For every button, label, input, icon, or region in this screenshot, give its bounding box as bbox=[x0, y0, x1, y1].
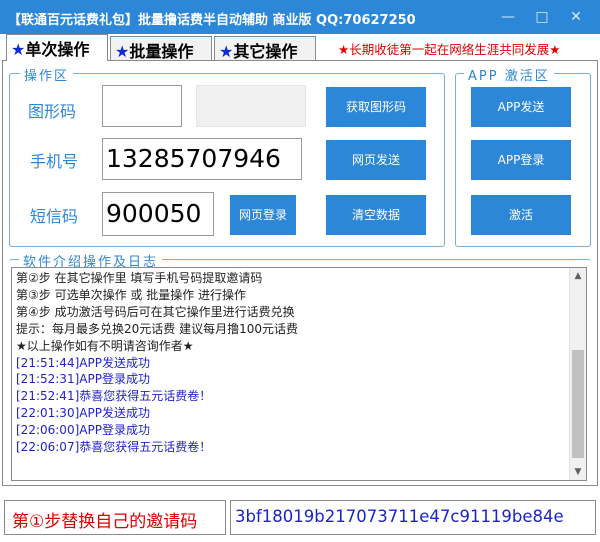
captcha-input[interactable] bbox=[102, 85, 182, 127]
log-line: [21:51:44]APP发送成功 bbox=[16, 355, 150, 370]
sms-code-input[interactable]: 900050 bbox=[102, 192, 214, 236]
scroll-down-icon[interactable]: ▼ bbox=[570, 464, 586, 480]
minimize-icon[interactable]: — bbox=[494, 7, 522, 27]
log-line: 第④步 成功激活号码后可在其它操作里进行话费兑换 bbox=[16, 304, 295, 319]
tab-batch-operation[interactable]: ★批量操作 bbox=[110, 36, 212, 61]
phone-label: 手机号 bbox=[30, 152, 79, 171]
sms-code-label: 短信码 bbox=[30, 207, 79, 226]
phone-input[interactable]: 13285707946 bbox=[102, 138, 302, 180]
captcha-image[interactable] bbox=[196, 85, 306, 127]
app-send-button[interactable]: APP发送 bbox=[471, 87, 571, 127]
log-line: [21:52:41]恭喜您获得五元话费卷！ bbox=[16, 389, 212, 404]
tab-content-panel: 操作区 图形码 获取图形码 手机号 13285707946 网页发送 短信码 9… bbox=[2, 60, 598, 486]
tab-single-operation[interactable]: ★单次操作 bbox=[6, 34, 108, 61]
invite-code-input[interactable]: 3bf18019b217073711e47c91119be84e bbox=[230, 500, 596, 535]
log-textbox[interactable]: 第②步 在其它操作里 填写手机号码提取邀请码 第③步 可选单次操作 或 批量操作… bbox=[11, 267, 587, 481]
log-line: ★以上操作如有不明请咨询作者★ bbox=[16, 338, 194, 353]
tab-bar: ★单次操作 ★批量操作 ★其它操作 ★长期收徒第一起在网络生涯共同发展★ bbox=[0, 34, 600, 61]
maximize-icon[interactable]: □ bbox=[528, 7, 556, 27]
activate-button[interactable]: 激活 bbox=[471, 195, 571, 235]
log-line: [22:06:07]恭喜您获得五元话费卷！ bbox=[16, 440, 212, 455]
tab-other-operation[interactable]: ★其它操作 bbox=[214, 36, 316, 61]
footer: 第①步替换自己的邀请码 3bf18019b217073711e47c91119b… bbox=[0, 492, 600, 542]
log-scrollbar[interactable]: ▲ ▼ bbox=[569, 268, 586, 480]
web-login-button[interactable]: 网页登录 bbox=[230, 195, 296, 235]
tab-label: 其它操作 bbox=[233, 42, 298, 61]
scroll-up-icon[interactable]: ▲ bbox=[570, 268, 586, 284]
log-line: 第②步 在其它操作里 填写手机号码提取邀请码 bbox=[16, 271, 263, 285]
app-login-button[interactable]: APP登录 bbox=[471, 140, 571, 180]
tab-label: 单次操作 bbox=[25, 40, 90, 59]
invite-hint-text: 第①步替换自己的邀请码 bbox=[4, 500, 226, 535]
app-activation-group: APP 激活区 APP发送 APP登录 激活 bbox=[455, 65, 591, 247]
log-lines: 第②步 在其它操作里 填写手机号码提取邀请码 第③步 可选单次操作 或 批量操作… bbox=[16, 270, 566, 456]
group-title: 操作区 bbox=[20, 65, 74, 84]
window-title: 【联通百元话费礼包】批量撸话费半自动辅助 商业版 QQ:70627250 bbox=[8, 13, 416, 28]
web-send-button[interactable]: 网页发送 bbox=[326, 140, 426, 180]
log-line: [22:01:30]APP发送成功 bbox=[16, 406, 150, 421]
star-icon: ★ bbox=[219, 42, 234, 61]
close-icon[interactable]: ✕ bbox=[562, 7, 590, 27]
log-line: 提示：每月最多兑换20元话费 建议每月撸100元话费 bbox=[16, 321, 298, 336]
group-title: APP 激活区 bbox=[464, 65, 554, 84]
star-icon: ★ bbox=[115, 42, 130, 61]
marquee-text: ★长期收徒第一起在网络生涯共同发展★ bbox=[338, 42, 561, 57]
log-line: [22:06:00]APP登录成功 bbox=[16, 423, 150, 438]
star-icon: ★ bbox=[11, 40, 26, 59]
operation-area-group: 操作区 图形码 获取图形码 手机号 13285707946 网页发送 短信码 9… bbox=[9, 65, 445, 247]
scroll-thumb[interactable] bbox=[572, 350, 584, 458]
log-line: 第③步 可选单次操作 或 批量操作 进行操作 bbox=[16, 287, 247, 302]
title-bar: 【联通百元话费礼包】批量撸话费半自动辅助 商业版 QQ:70627250 — □… bbox=[0, 0, 600, 34]
get-captcha-button[interactable]: 获取图形码 bbox=[326, 87, 426, 127]
clear-data-button[interactable]: 清空数据 bbox=[326, 195, 426, 235]
log-line: [21:52:31]APP登录成功 bbox=[16, 372, 150, 387]
captcha-label: 图形码 bbox=[28, 102, 77, 121]
tab-label: 批量操作 bbox=[129, 42, 194, 61]
